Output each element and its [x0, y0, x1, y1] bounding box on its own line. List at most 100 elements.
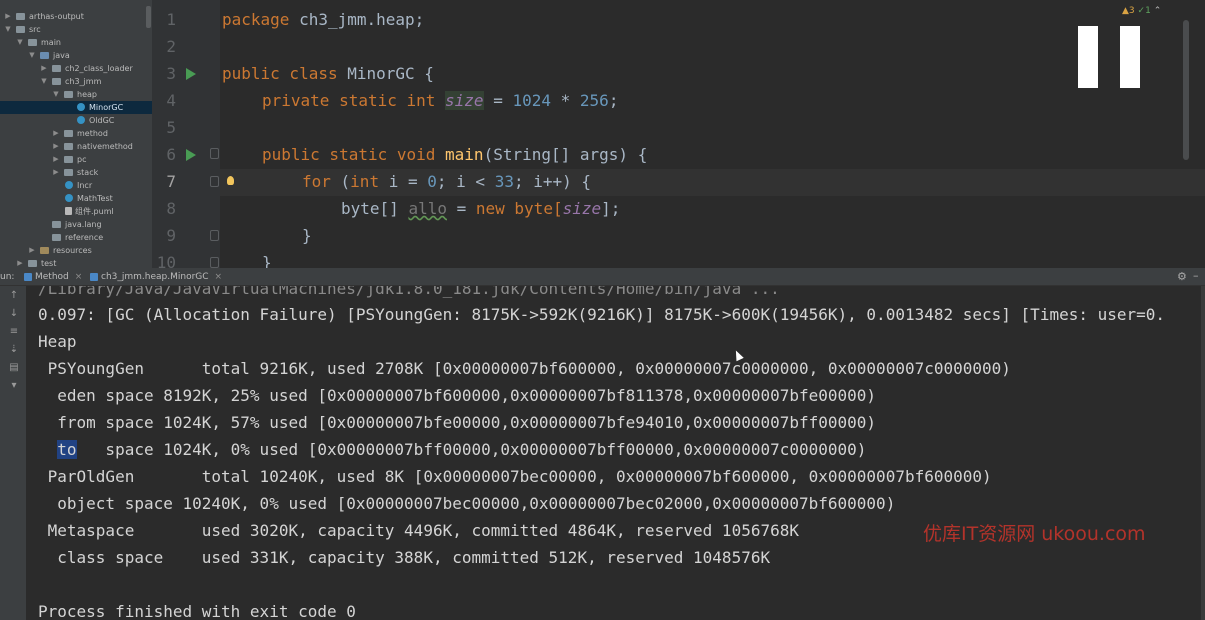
run-tab-minorgc[interactable]: ch3_jmm.heap.MinorGC × [87, 268, 222, 286]
tree-item-test[interactable]: ▶ test [0, 257, 152, 268]
chevron-right-icon[interactable]: ▶ [16, 257, 24, 268]
tree-item-label: pc [77, 155, 87, 164]
console-line-exit: Process finished with exit code 0 [38, 602, 356, 620]
run-config-icon [90, 273, 98, 281]
close-icon[interactable]: × [215, 272, 223, 282]
code-line-4: private static int size = 1024 * 256; [262, 91, 619, 110]
line-number: 8 [166, 199, 176, 218]
tree-item-ch3-jmm[interactable]: ▼ ch3_jmm [0, 75, 152, 88]
chevron-down-icon[interactable]: ▼ [28, 49, 36, 62]
code-line-8: byte[] allo = new byte[size]; [341, 199, 621, 218]
tree-item-oldgc[interactable]: OldGC [0, 114, 152, 127]
chevron-down-icon[interactable]: ▼ [16, 36, 24, 49]
package-icon [64, 169, 73, 176]
minimize-icon[interactable]: – [1193, 269, 1199, 282]
console-line-heap: Heap [38, 332, 77, 351]
console-line-to: to space 1024K, 0% used [0x00000007bff00… [57, 440, 867, 459]
chevron-right-icon[interactable]: ▶ [52, 153, 60, 166]
chevron-down-icon[interactable]: ▼ [52, 88, 60, 101]
pause-icon-left-bar[interactable] [1078, 26, 1098, 88]
print-icon[interactable]: ▤ [8, 362, 20, 374]
tree-item-label: reference [65, 233, 104, 242]
watermark: 优库IT资源网 ukoou.com [923, 523, 1146, 545]
package-icon [52, 221, 61, 228]
close-icon[interactable]: × [75, 272, 83, 282]
scroll-to-end-icon[interactable]: ⇣ [8, 344, 20, 356]
chevron-up-icon[interactable]: ⌃ [1154, 6, 1162, 16]
tree-item-label: 组件.puml [75, 207, 114, 216]
arrow-up-icon[interactable]: ↑ [8, 290, 20, 302]
chevron-right-icon[interactable]: ▶ [52, 140, 60, 153]
tree-item-src[interactable]: ▼ src [0, 23, 152, 36]
tree-item-puml[interactable]: 组件.puml [0, 205, 152, 218]
class-icon [77, 103, 85, 111]
package-icon [64, 143, 73, 150]
chevron-down-icon[interactable]: ▼ [40, 75, 48, 88]
tree-item-label: stack [77, 168, 99, 177]
fold-marker-icon[interactable] [210, 230, 219, 241]
chevron-down-icon[interactable]: ▼ [4, 23, 12, 36]
line-number: 3 [166, 64, 176, 83]
folder-icon [28, 260, 37, 267]
tree-item-label: method [77, 129, 108, 138]
code-line-10: } [262, 253, 272, 268]
fold-marker-icon[interactable] [210, 176, 219, 187]
pause-icon-right-bar[interactable] [1120, 26, 1140, 88]
fold-marker-icon[interactable] [210, 148, 219, 159]
tree-item-nativemethod[interactable]: ▶ nativemethod [0, 140, 152, 153]
inspection-widget[interactable]: ▲3 ✓1 ⌃ [1122, 6, 1161, 16]
tree-item-label: test [41, 259, 57, 268]
tree-item-arthas-output[interactable]: ▶ arthas-output [0, 10, 152, 23]
soft-wrap-icon[interactable]: ≡ [8, 326, 20, 338]
tree-item-label: ch3_jmm [65, 77, 102, 86]
tree-item-pc[interactable]: ▶ pc [0, 153, 152, 166]
console-line-gc: 0.097: [GC (Allocation Failure) [PSYoung… [38, 305, 1166, 324]
console-output[interactable]: /Library/Java/JavaVirtualMachines/jdk1.8… [26, 286, 1201, 620]
line-number: 2 [166, 37, 176, 56]
line-number: 9 [166, 226, 176, 245]
chevron-right-icon[interactable]: ▶ [4, 10, 12, 23]
package-icon [64, 130, 73, 137]
run-toolwindow-header: un: Method × ch3_jmm.heap.MinorGC × ⚙ – [0, 268, 1205, 286]
chevron-right-icon[interactable]: ▶ [52, 127, 60, 140]
tree-item-java-lang[interactable]: java.lang [0, 218, 152, 231]
tree-item-minorgc[interactable]: MinorGC [0, 101, 152, 114]
code-editor[interactable]: 1 2 3 4 5 6 7 8 9 10 package ch3_jmm.hea… [152, 0, 1205, 268]
trash-icon[interactable]: ▾ [8, 380, 20, 392]
chevron-right-icon[interactable]: ▶ [40, 62, 48, 75]
console-scrollbar[interactable] [1201, 286, 1205, 620]
editor-scrollbar[interactable] [1183, 20, 1189, 160]
fold-marker-icon[interactable] [210, 257, 219, 268]
chevron-right-icon[interactable]: ▶ [28, 244, 36, 257]
code-line-7: for (int i = 0; i < 33; i++) { [302, 172, 592, 191]
gear-icon[interactable]: ⚙ [1177, 270, 1187, 283]
intention-bulb-icon[interactable] [227, 176, 234, 185]
tree-item-java[interactable]: ▼ java [0, 49, 152, 62]
puml-file-icon [65, 207, 72, 215]
tree-item-main[interactable]: ▼ main [0, 36, 152, 49]
arrow-down-icon[interactable]: ↓ [8, 308, 20, 320]
chevron-right-icon[interactable]: ▶ [52, 166, 60, 179]
tree-item-label: MathTest [77, 194, 113, 203]
tree-item-label: java [53, 51, 70, 60]
ok-count: ✓1 [1137, 6, 1151, 16]
selected-text: to [57, 440, 77, 459]
run-main-icon[interactable] [186, 149, 196, 161]
tree-scrollbar[interactable] [146, 6, 151, 28]
tree-item-ch2-class-loader[interactable]: ▶ ch2_class_loader [0, 62, 152, 75]
tree-item-heap[interactable]: ▼ heap [0, 88, 152, 101]
class-icon [65, 194, 73, 202]
project-tree: ▶ arthas-output ▼ src ▼ main ▼ java ▶ ch… [0, 0, 152, 268]
folder-icon [28, 39, 37, 46]
tree-item-stack[interactable]: ▶ stack [0, 166, 152, 179]
tree-item-mathtest[interactable]: MathTest [0, 192, 152, 205]
console-line-paroldgen: ParOldGen total 10240K, used 8K [0x00000… [38, 467, 992, 486]
tree-item-resources[interactable]: ▶ resources [0, 244, 152, 257]
tree-item-incr[interactable]: Incr [0, 179, 152, 192]
tree-item-label: arthas-output [29, 12, 84, 21]
tree-item-method[interactable]: ▶ method [0, 127, 152, 140]
tree-item-reference[interactable]: reference [0, 231, 152, 244]
run-tab-method[interactable]: Method × [21, 268, 82, 286]
console-line-command: /Library/Java/JavaVirtualMachines/jdk1.8… [38, 286, 780, 298]
run-class-icon[interactable] [186, 68, 196, 80]
